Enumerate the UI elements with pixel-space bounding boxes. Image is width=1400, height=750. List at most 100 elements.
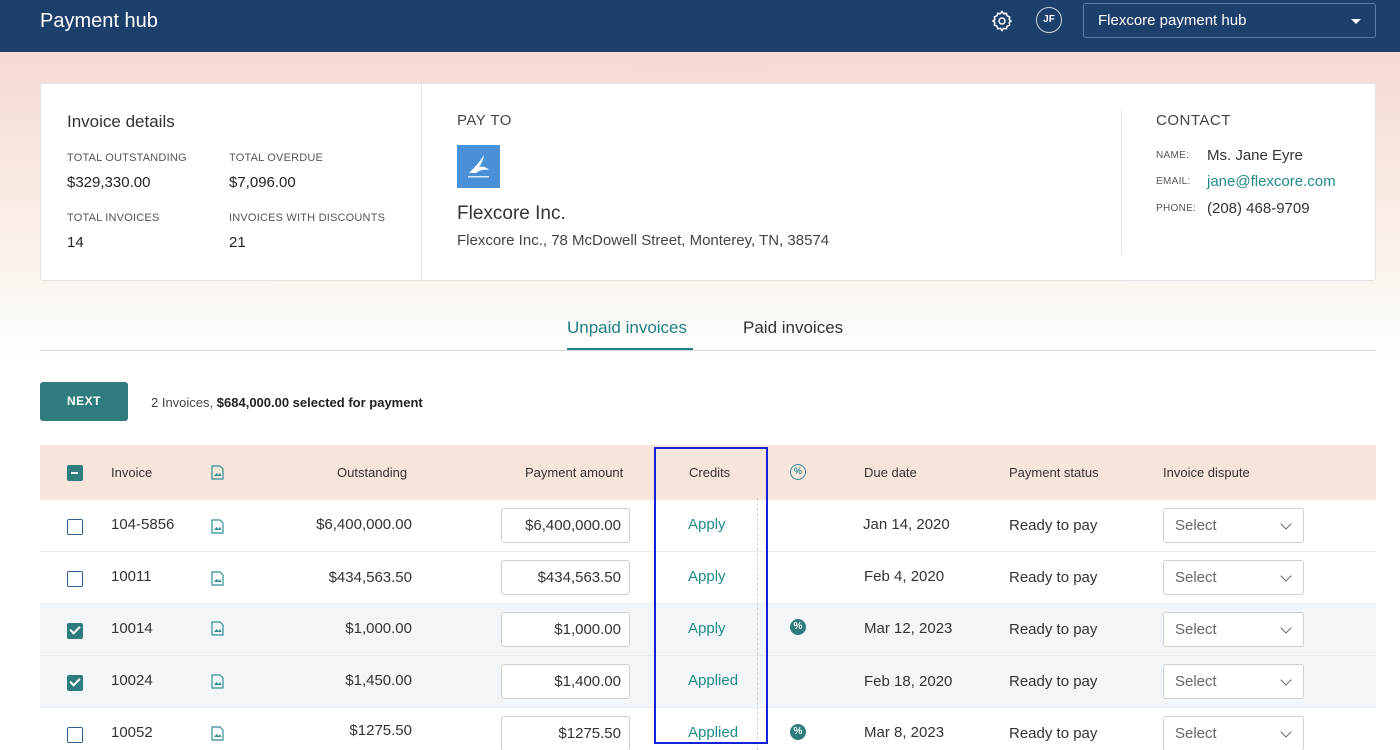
discount-icon[interactable]: % xyxy=(790,724,806,740)
dispute-select[interactable]: Select xyxy=(1163,560,1304,595)
dispute-select-value: Select xyxy=(1175,569,1217,586)
invoices-with-discounts-label: INVOICES WITH DISCOUNTS xyxy=(229,212,386,224)
active-tab-indicator xyxy=(567,348,693,350)
total-invoices-label: TOTAL INVOICES xyxy=(67,212,160,224)
dispute-select[interactable]: Select xyxy=(1163,716,1304,750)
invoice-number: 104-5856 xyxy=(111,516,175,533)
contact-phone-key: PHONE: xyxy=(1156,203,1197,214)
invoice-number: 10014 xyxy=(111,620,153,637)
invoice-number: 10011 xyxy=(111,568,152,585)
payment-amount-input[interactable]: $6,400,000.00 xyxy=(501,508,630,543)
outstanding-amount: $1,000.00 xyxy=(345,620,412,637)
header-due-date: Due date xyxy=(864,465,917,480)
top-bar: Payment hub JF Flexcore payment hub xyxy=(0,0,1400,52)
company-name: Flexcore Inc. xyxy=(457,203,566,224)
due-date: Mar 8, 2023 xyxy=(864,724,945,741)
total-outstanding-label: TOTAL OUTSTANDING xyxy=(67,152,187,164)
tab-unpaid-invoices[interactable]: Unpaid invoices xyxy=(567,318,687,338)
total-outstanding-value: $329,330.00 xyxy=(67,174,151,191)
next-button[interactable]: NEXT xyxy=(40,382,128,421)
contact-label: CONTACT xyxy=(1156,112,1231,129)
payment-amount-input[interactable]: $1,400.00 xyxy=(501,664,630,699)
selection-count: 2 Invoices, xyxy=(151,395,214,410)
hub-selector-value: Flexcore payment hub xyxy=(1098,12,1247,29)
payment-amount-input[interactable]: $1,000.00 xyxy=(501,612,630,647)
discount-icon[interactable]: % xyxy=(790,619,806,635)
document-icon[interactable] xyxy=(211,674,224,689)
tab-paid-invoices[interactable]: Paid invoices xyxy=(743,318,843,338)
dispute-select-value: Select xyxy=(1175,673,1217,690)
contact-name-key: NAME: xyxy=(1156,150,1190,161)
header-invoice-dispute: Invoice dispute xyxy=(1163,465,1250,480)
total-invoices-value: 14 xyxy=(67,234,84,251)
caret-down-icon xyxy=(1351,19,1361,24)
dispute-select-value: Select xyxy=(1175,621,1217,638)
contact-divider xyxy=(1121,110,1122,254)
contact-phone: (208) 468-9709 xyxy=(1207,200,1310,217)
payment-status: Ready to pay xyxy=(1009,725,1098,742)
selection-amount: $684,000.00 selected for payment xyxy=(216,395,423,410)
company-address: Flexcore Inc., 78 McDowell Street, Monte… xyxy=(457,232,830,249)
discount-header-icon: % xyxy=(790,464,806,480)
payment-amount-input[interactable]: $434,563.50 xyxy=(501,560,630,595)
chevron-down-icon xyxy=(1280,570,1292,582)
contact-email-key: EMAIL: xyxy=(1156,176,1191,187)
header-outstanding: Outstanding xyxy=(337,465,408,480)
row-checkbox[interactable] xyxy=(67,675,83,691)
bird-logo-icon xyxy=(468,155,489,178)
header-invoice: Invoice xyxy=(111,465,153,480)
row-checkbox[interactable] xyxy=(67,571,83,587)
chevron-down-icon xyxy=(1280,726,1292,738)
invoice-number: 10024 xyxy=(111,672,153,689)
outstanding-amount: $1275.50 xyxy=(349,722,412,739)
header-payment-amount: Payment amount xyxy=(525,465,624,480)
credits-column-highlight xyxy=(654,447,768,744)
company-logo xyxy=(457,145,500,188)
contact-email-link[interactable]: jane@flexcore.com xyxy=(1207,173,1336,190)
dispute-select[interactable]: Select xyxy=(1163,664,1304,699)
document-icon xyxy=(211,465,224,480)
dispute-select-value: Select xyxy=(1175,725,1217,742)
contact-name: Ms. Jane Eyre xyxy=(1207,147,1303,164)
document-icon[interactable] xyxy=(211,726,224,741)
due-date: Feb 4, 2020 xyxy=(864,568,945,585)
total-overdue-label: TOTAL OVERDUE xyxy=(229,152,324,164)
header-payment-status: Payment status xyxy=(1009,465,1099,480)
chevron-down-icon xyxy=(1280,518,1292,530)
due-date: Jan 14, 2020 xyxy=(863,516,950,533)
outstanding-amount: $1,450.00 xyxy=(345,672,412,689)
outstanding-amount: $434,563.50 xyxy=(328,569,412,586)
invoices-with-discounts-value: 21 xyxy=(229,234,246,251)
due-date: Mar 12, 2023 xyxy=(864,620,953,637)
dispute-select[interactable]: Select xyxy=(1163,508,1304,543)
total-overdue-value: $7,096.00 xyxy=(229,174,296,191)
document-icon[interactable] xyxy=(211,571,224,586)
payment-status: Ready to pay xyxy=(1009,673,1098,690)
payment-status: Ready to pay xyxy=(1009,569,1098,586)
chevron-down-icon xyxy=(1280,674,1292,686)
select-all-checkbox[interactable] xyxy=(67,465,83,481)
row-checkbox[interactable] xyxy=(67,727,83,743)
hub-selector[interactable]: Flexcore payment hub xyxy=(1083,3,1376,38)
invoice-tabs: Unpaid invoices Paid invoices xyxy=(40,305,1376,351)
payment-status: Ready to pay xyxy=(1009,517,1098,534)
gear-icon[interactable] xyxy=(990,9,1014,33)
invoice-number: 10052 xyxy=(111,724,153,741)
payment-amount-input[interactable]: $1275.50 xyxy=(501,716,630,750)
app-title: Payment hub xyxy=(40,10,158,32)
card-divider xyxy=(421,84,422,280)
invoice-info-card: Invoice details TOTAL OUTSTANDING $329,3… xyxy=(40,83,1376,281)
outstanding-amount: $6,400,000.00 xyxy=(316,516,412,533)
document-icon[interactable] xyxy=(211,519,224,534)
dispute-select[interactable]: Select xyxy=(1163,612,1304,647)
pay-to-label: PAY TO xyxy=(457,112,512,129)
due-date: Feb 18, 2020 xyxy=(864,673,953,690)
dispute-select-value: Select xyxy=(1175,517,1217,534)
document-icon[interactable] xyxy=(211,621,224,636)
row-checkbox[interactable] xyxy=(67,519,83,535)
row-checkbox[interactable] xyxy=(67,623,83,639)
payment-status: Ready to pay xyxy=(1009,621,1098,638)
chevron-down-icon xyxy=(1280,622,1292,634)
invoice-details-title: Invoice details xyxy=(67,112,175,131)
avatar[interactable]: JF xyxy=(1036,7,1062,33)
